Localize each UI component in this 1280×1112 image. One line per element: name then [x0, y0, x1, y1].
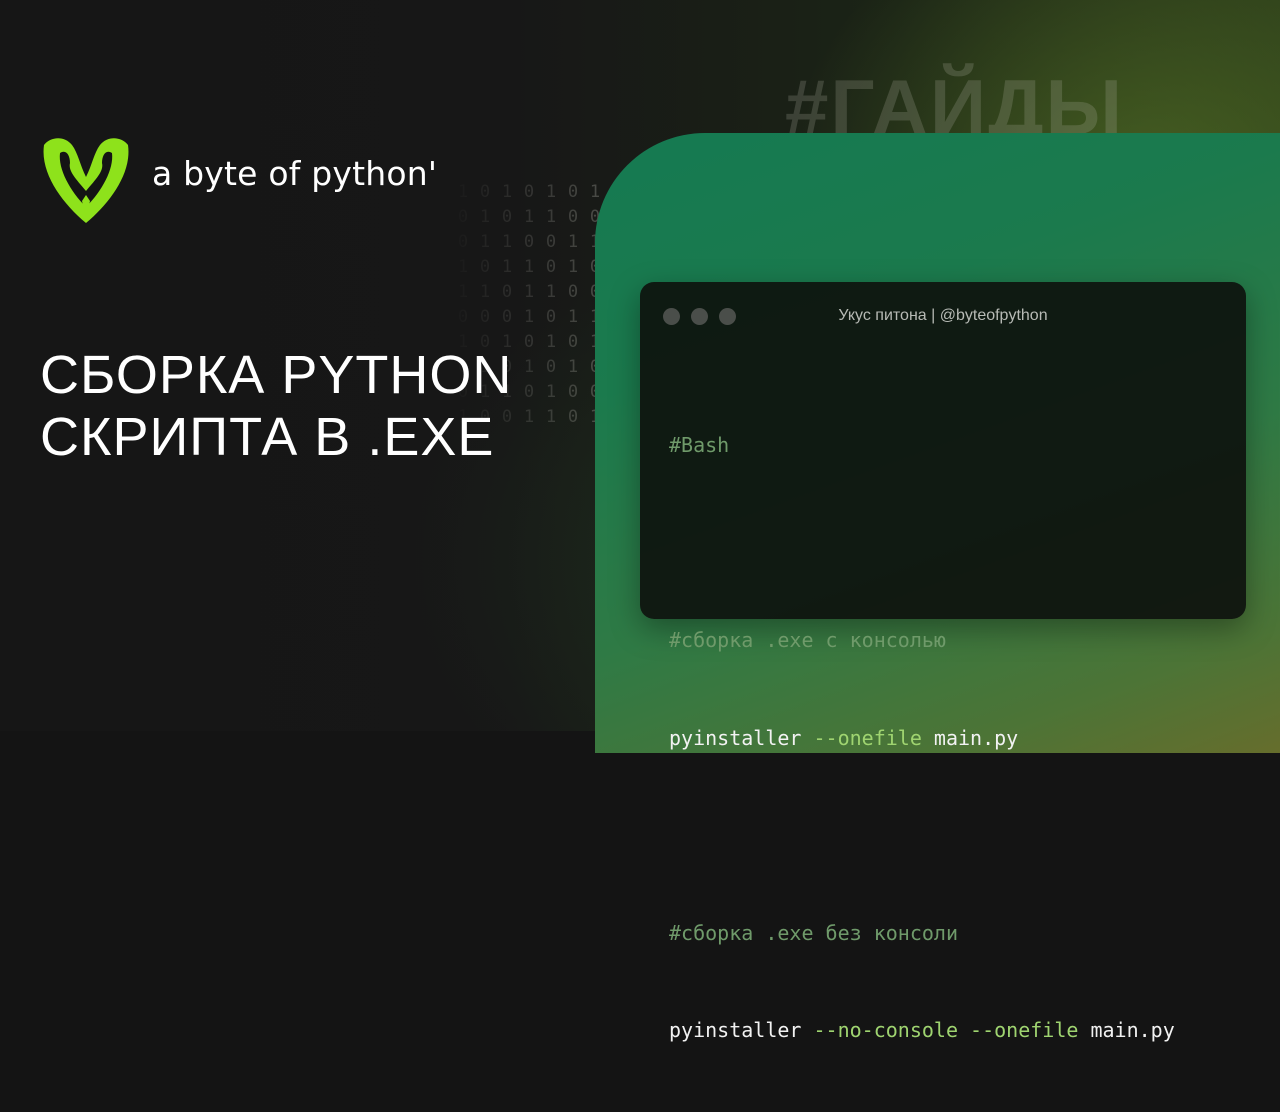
code-command: pyinstaller — [669, 1018, 802, 1042]
terminal-window: Укус питона | @byteofpython #Bash #сборк… — [640, 282, 1246, 1042]
headline-line-2: СКРИПТА В .EXE — [40, 407, 495, 467]
binary-column: 0011010100 — [567, 182, 579, 427]
binary-column: 1100101011 — [545, 182, 557, 427]
snake-v-logo-icon — [43, 138, 129, 223]
code-command: pyinstaller — [669, 725, 802, 750]
terminal-title: Укус питона | @byteofpython — [838, 307, 1048, 324]
code-comment: #Bash — [669, 433, 730, 457]
headline-line-1: СБОРКА PYTHON — [40, 345, 513, 405]
headline: СБОРКА PYTHON СКРИПТА В .EXE — [40, 344, 512, 468]
code-file: main.py — [1090, 1018, 1175, 1042]
binary-column: 0101110101 — [523, 182, 535, 427]
code-command-line: pyinstaller --onefile main.py — [669, 722, 1175, 755]
brand-name: a byte of python' — [152, 154, 438, 193]
code-comment: #сборка .exe с консолью — [669, 628, 946, 652]
code-file: main.py — [933, 725, 1019, 750]
code-block: #Bash #сборка .exe с консолью pyinstalle… — [669, 364, 1175, 1112]
code-flags: --no-console --onefile — [813, 1018, 1079, 1042]
code-flags: --onefile — [813, 725, 922, 750]
code-comment: #сборка .exe без консоли — [669, 920, 958, 945]
code-command-line: pyinstaller --no-console --onefile main.… — [669, 1014, 1175, 1047]
